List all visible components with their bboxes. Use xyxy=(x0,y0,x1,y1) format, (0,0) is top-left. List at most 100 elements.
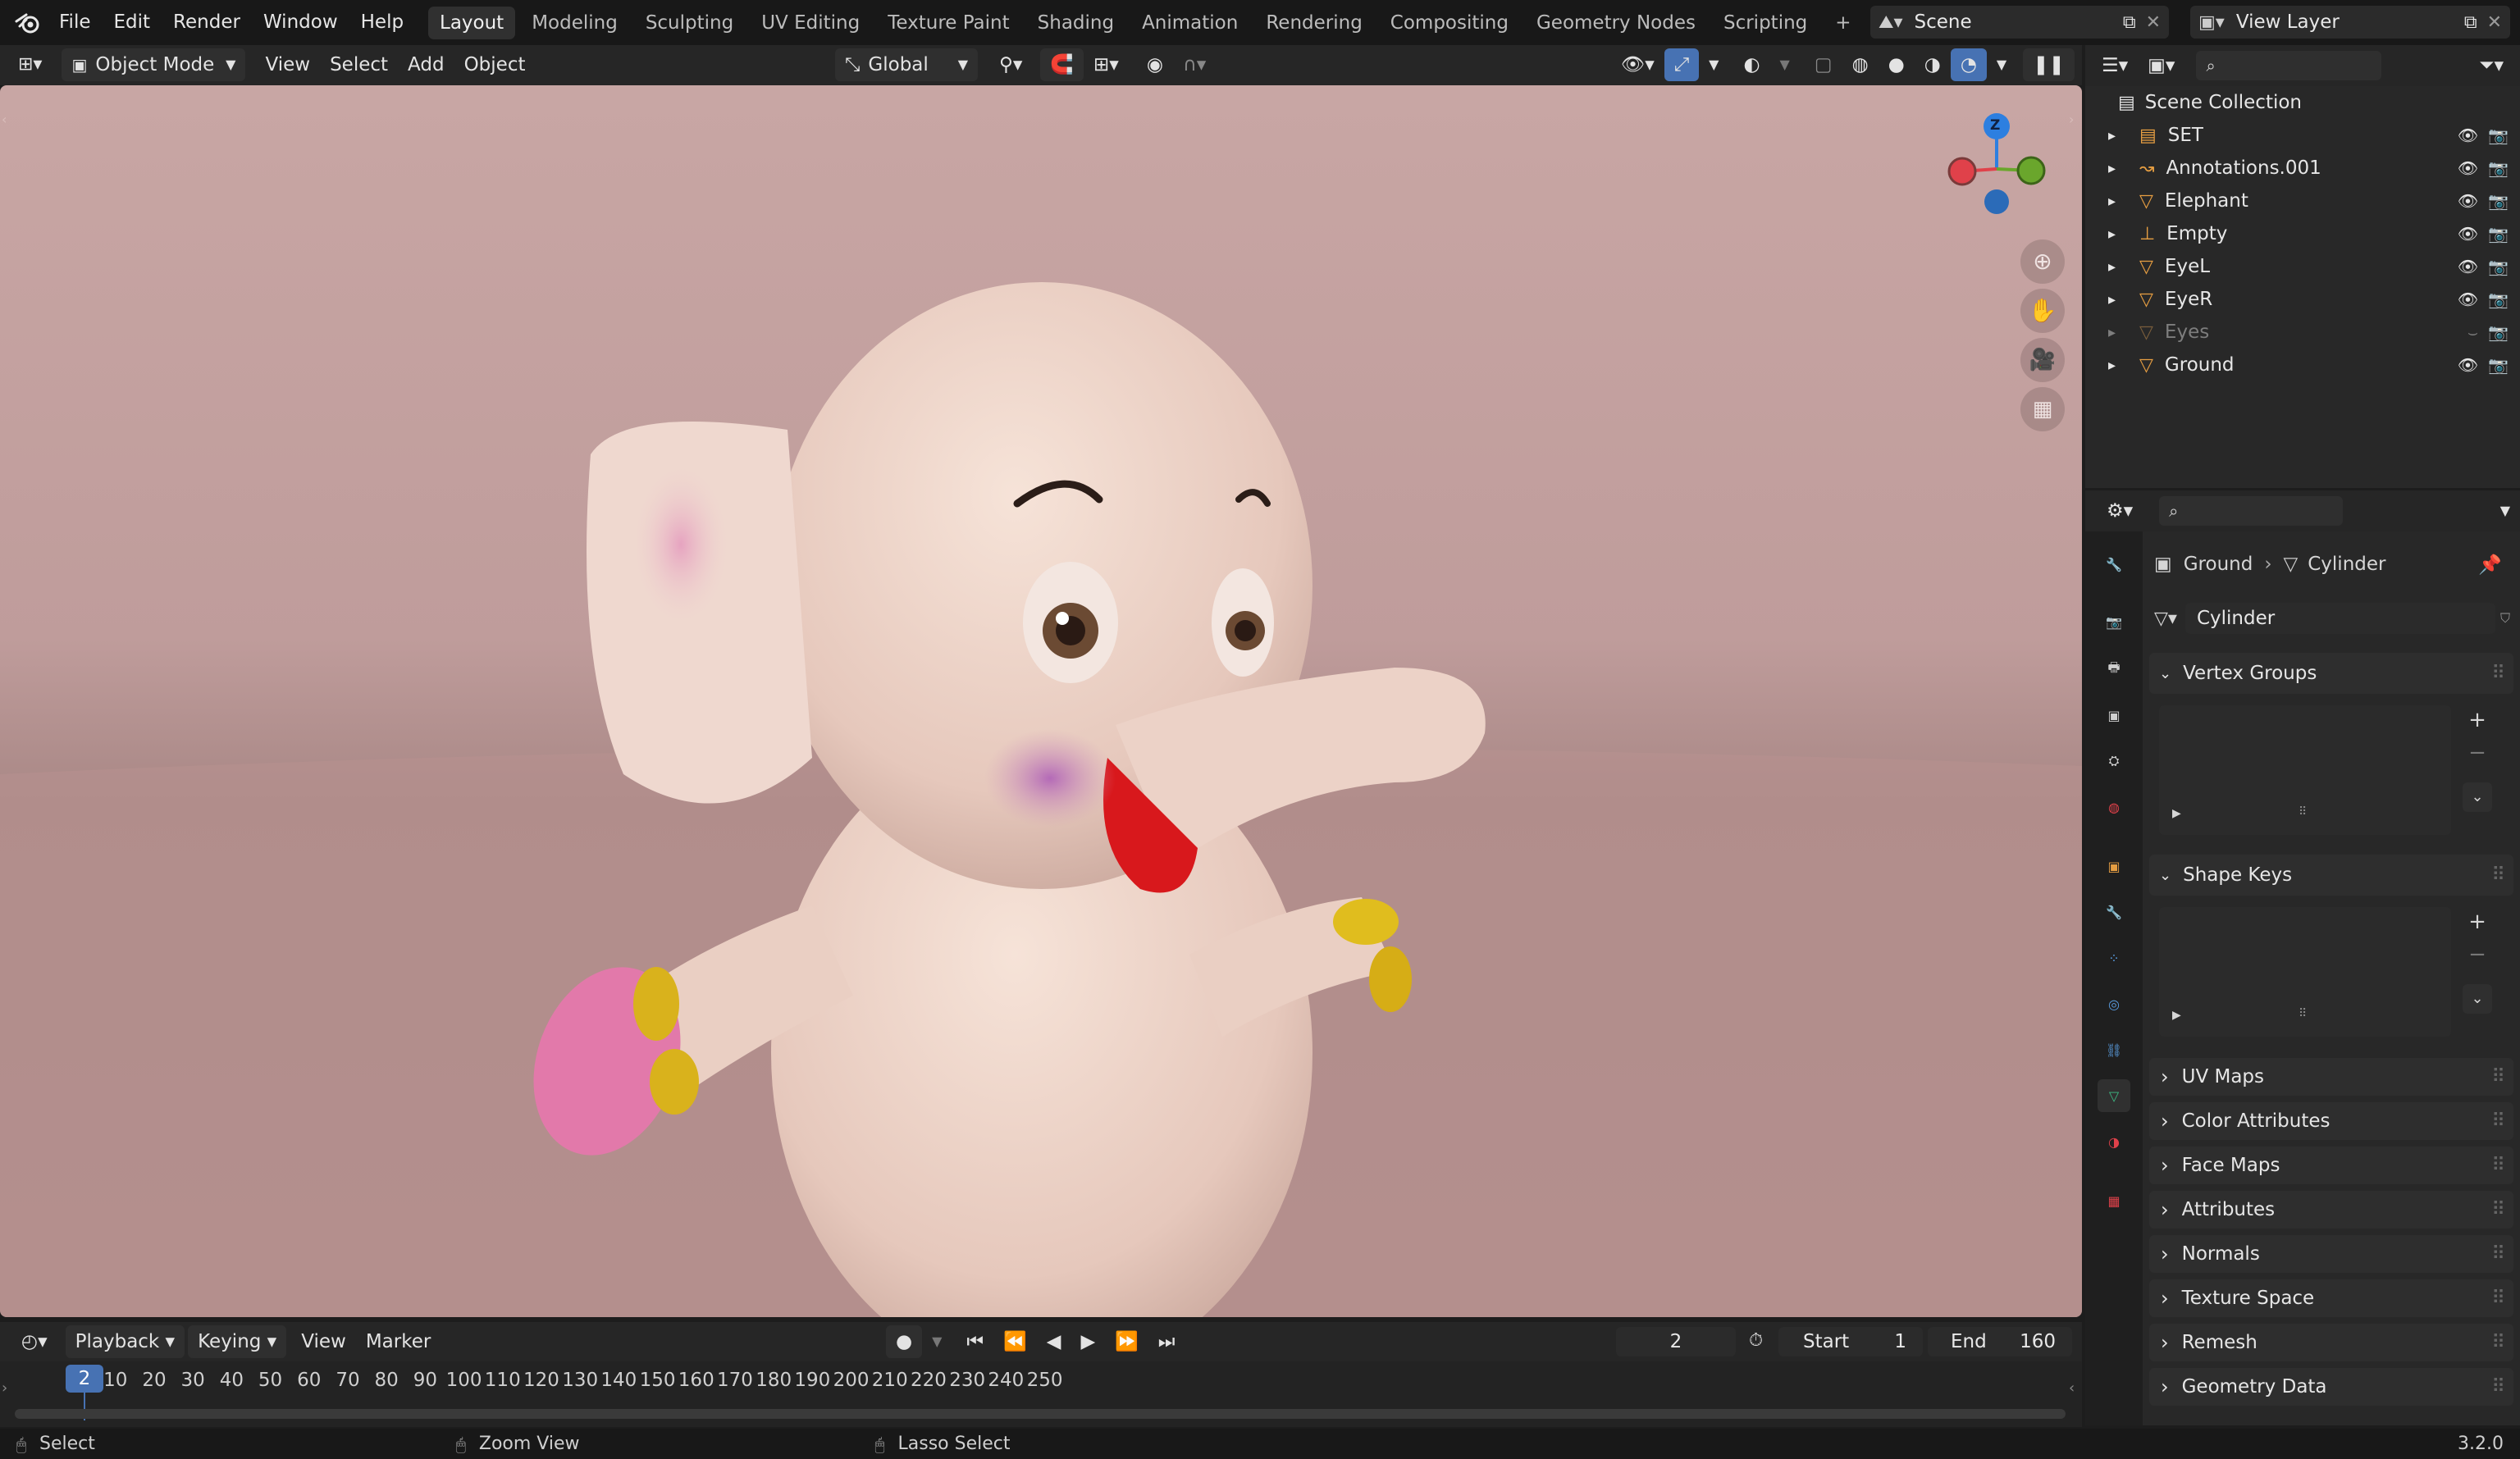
expand-arrow-icon[interactable]: ▸ xyxy=(2108,291,2128,308)
shape-keys-list[interactable]: ▶ ⠿ xyxy=(2159,907,2451,1037)
start-frame-field[interactable]: Start 1 xyxy=(1778,1327,1923,1356)
view-layer-selector[interactable]: ▣▾ View Layer ⧉ ✕ xyxy=(2190,6,2510,39)
pin-icon[interactable]: 📌 xyxy=(2478,554,2502,576)
preview-range-icon[interactable]: ⏱ xyxy=(1749,1330,1763,1351)
menu-view[interactable]: View xyxy=(255,48,320,81)
menu-select[interactable]: Select xyxy=(320,48,398,81)
mode-selector[interactable]: ▣ Object Mode ▼ xyxy=(62,48,246,81)
texture-tab-icon[interactable]: ▦ xyxy=(2098,1184,2130,1217)
tab-texture-paint[interactable]: Texture Paint xyxy=(876,7,1020,39)
add-workspace-button[interactable]: + xyxy=(1824,7,1862,39)
tab-uv-editing[interactable]: UV Editing xyxy=(750,7,871,39)
outliner-editor-type-icon[interactable]: ☰▾ xyxy=(2092,49,2138,82)
tab-layout[interactable]: Layout xyxy=(428,7,516,39)
render-toggle-icon[interactable]: 📷 xyxy=(2488,355,2509,375)
add-shape-key-button[interactable]: + xyxy=(2463,907,2492,937)
drag-handle-icon[interactable]: ⠿ xyxy=(2491,1243,2505,1265)
expand-arrow-icon[interactable]: ▸ xyxy=(2108,258,2128,276)
snap-toggle-icon[interactable]: 🧲 xyxy=(1040,48,1084,81)
tab-scripting[interactable]: Scripting xyxy=(1712,7,1819,39)
play-icon[interactable]: ▶ xyxy=(1071,1325,1105,1358)
snap-target-icon[interactable]: ⊞▾ xyxy=(1084,48,1129,81)
timeline-scrollbar[interactable] xyxy=(15,1409,2066,1419)
visibility-toggle-icon[interactable]: ⌣ xyxy=(2468,322,2478,342)
panel-collapsed[interactable]: › Geometry Data ⠿ xyxy=(2149,1368,2513,1406)
timeline-right-arrow-icon[interactable]: ‹ xyxy=(2069,1379,2075,1397)
properties-editor-type-icon[interactable]: ⚙▾ xyxy=(2097,495,2143,527)
menu-add[interactable]: Add xyxy=(398,48,454,81)
drag-handle-icon[interactable]: ⠿ xyxy=(2491,1376,2505,1397)
panel-collapsed[interactable]: › Color Attributes ⠿ xyxy=(2149,1102,2513,1140)
drag-handle-icon[interactable]: ⠿ xyxy=(2491,1332,2505,1353)
outliner-item[interactable]: ▸ ▽ Eyes ⌣ 📷 xyxy=(2085,316,2520,349)
menu-object[interactable]: Object xyxy=(454,48,536,81)
toolbar-expand-icon[interactable]: ‹ xyxy=(2,112,7,127)
tab-animation[interactable]: Animation xyxy=(1130,7,1249,39)
scene-selector[interactable]: ⛰▾ Scene ⧉ ✕ xyxy=(1870,6,2169,39)
auto-keying-icon[interactable]: ● xyxy=(886,1325,923,1358)
visibility-toggle-icon[interactable]: 👁 xyxy=(2458,125,2478,145)
menu-render[interactable]: Render xyxy=(173,0,240,45)
panel-collapsed[interactable]: › Face Maps ⠿ xyxy=(2149,1147,2513,1184)
menu-edit[interactable]: Edit xyxy=(114,0,151,45)
editor-type-icon[interactable]: ⊞▾ xyxy=(8,48,52,81)
tool-tab-icon[interactable]: 🔧 xyxy=(2098,548,2130,581)
visibility-toggle-icon[interactable]: 👁 xyxy=(2458,158,2478,178)
outliner-item[interactable]: ▸ ▽ EyeL 👁 📷 xyxy=(2085,250,2520,283)
tab-shading[interactable]: Shading xyxy=(1026,7,1125,39)
gizmo-toggle-icon[interactable]: ⤢ xyxy=(1664,48,1700,81)
render-toggle-icon[interactable]: 📷 xyxy=(2488,125,2509,145)
solid-shading-icon[interactable]: ● xyxy=(1879,48,1915,81)
outliner-item[interactable]: ▸ ▽ EyeR 👁 📷 xyxy=(2085,283,2520,316)
playhead[interactable]: 2 xyxy=(66,1365,103,1393)
material-tab-icon[interactable]: ◑ xyxy=(2098,1125,2130,1158)
jump-end-icon[interactable]: ⏭ xyxy=(1148,1325,1185,1358)
rendered-shading-icon[interactable]: ◔ xyxy=(1950,48,1987,81)
menu-help[interactable]: Help xyxy=(361,0,404,45)
mesh-data-tab-icon[interactable]: ▽ xyxy=(2098,1079,2130,1112)
expand-arrow-icon[interactable]: ▸ xyxy=(2108,226,2128,243)
outliner-item[interactable]: ▸ ▤ SET 👁 📷 xyxy=(2085,119,2520,152)
datablock-name-field[interactable]: Cylinder xyxy=(2184,603,2495,634)
outliner-item[interactable]: ▸ ↝ Annotations.001 👁 📷 xyxy=(2085,152,2520,185)
proportional-edit-icon[interactable]: ◉ xyxy=(1137,48,1173,81)
physics-tab-icon[interactable]: ◎ xyxy=(2098,987,2130,1020)
overlay-dropdown-icon[interactable]: ▼ xyxy=(1770,48,1800,81)
end-frame-field[interactable]: End 160 xyxy=(1928,1327,2072,1356)
scene-duplicate-icon[interactable]: ⧉ xyxy=(2123,12,2136,33)
visibility-toggle-icon[interactable]: 👁 xyxy=(2458,290,2478,309)
render-toggle-icon[interactable]: 📷 xyxy=(2488,224,2509,244)
current-frame-field[interactable]: 2 xyxy=(1616,1327,1736,1356)
outliner-item[interactable]: ▸ ⊥ Empty 👁 📷 xyxy=(2085,217,2520,250)
object-tab-icon[interactable]: ▣ xyxy=(2098,850,2130,882)
zoom-view-icon[interactable]: ⊕ xyxy=(2020,239,2065,284)
filter-icon[interactable]: ⏷▾ xyxy=(2469,49,2513,82)
transform-orientation-selector[interactable]: ⤡ Global ▼ xyxy=(835,48,978,81)
expand-arrow-icon[interactable]: ▸ xyxy=(2108,357,2128,374)
list-resize-handle-icon[interactable]: ⠿ xyxy=(2299,805,2307,818)
list-expand-icon[interactable]: ▶ xyxy=(2172,1009,2181,1022)
tab-geometry-nodes[interactable]: Geometry Nodes xyxy=(1525,7,1707,39)
scene-tab-icon[interactable]: ⛭ xyxy=(2098,745,2130,777)
menu-marker[interactable]: Marker xyxy=(356,1325,441,1358)
perspective-toggle-icon[interactable]: ▦ xyxy=(2020,387,2065,431)
panel-collapsed[interactable]: › Normals ⠿ xyxy=(2149,1235,2513,1273)
modifier-tab-icon[interactable]: 🔧 xyxy=(2098,896,2130,928)
visibility-toggle-icon[interactable]: 👁 xyxy=(2458,257,2478,276)
menu-file[interactable]: File xyxy=(59,0,91,45)
list-resize-handle-icon[interactable]: ⠿ xyxy=(2299,1007,2307,1020)
world-tab-icon[interactable]: ◍ xyxy=(2098,791,2130,823)
drag-handle-icon[interactable]: ⠿ xyxy=(2491,663,2505,684)
3d-viewport[interactable]: ‹ › Z ⊕ ✋ 🎥 ▦ xyxy=(0,85,2082,1317)
visibility-toggle-icon[interactable]: 👁 xyxy=(2458,224,2478,244)
outliner-search-input[interactable]: ⌕ xyxy=(2196,51,2382,80)
constraints-tab-icon[interactable]: ⛓ xyxy=(2098,1033,2130,1066)
render-toggle-icon[interactable]: 📷 xyxy=(2488,191,2509,211)
camera-view-icon[interactable]: 🎥 xyxy=(2020,338,2065,382)
panel-shape-keys[interactable]: ⌄ Shape Keys ⠿ xyxy=(2149,855,2513,896)
drag-handle-icon[interactable]: ⠿ xyxy=(2491,1155,2505,1176)
render-toggle-icon[interactable]: 📷 xyxy=(2488,158,2509,178)
expand-arrow-icon[interactable]: ▸ xyxy=(2108,127,2128,144)
panel-collapsed[interactable]: › UV Maps ⠿ xyxy=(2149,1058,2513,1096)
drag-handle-icon[interactable]: ⠿ xyxy=(2491,1110,2505,1132)
